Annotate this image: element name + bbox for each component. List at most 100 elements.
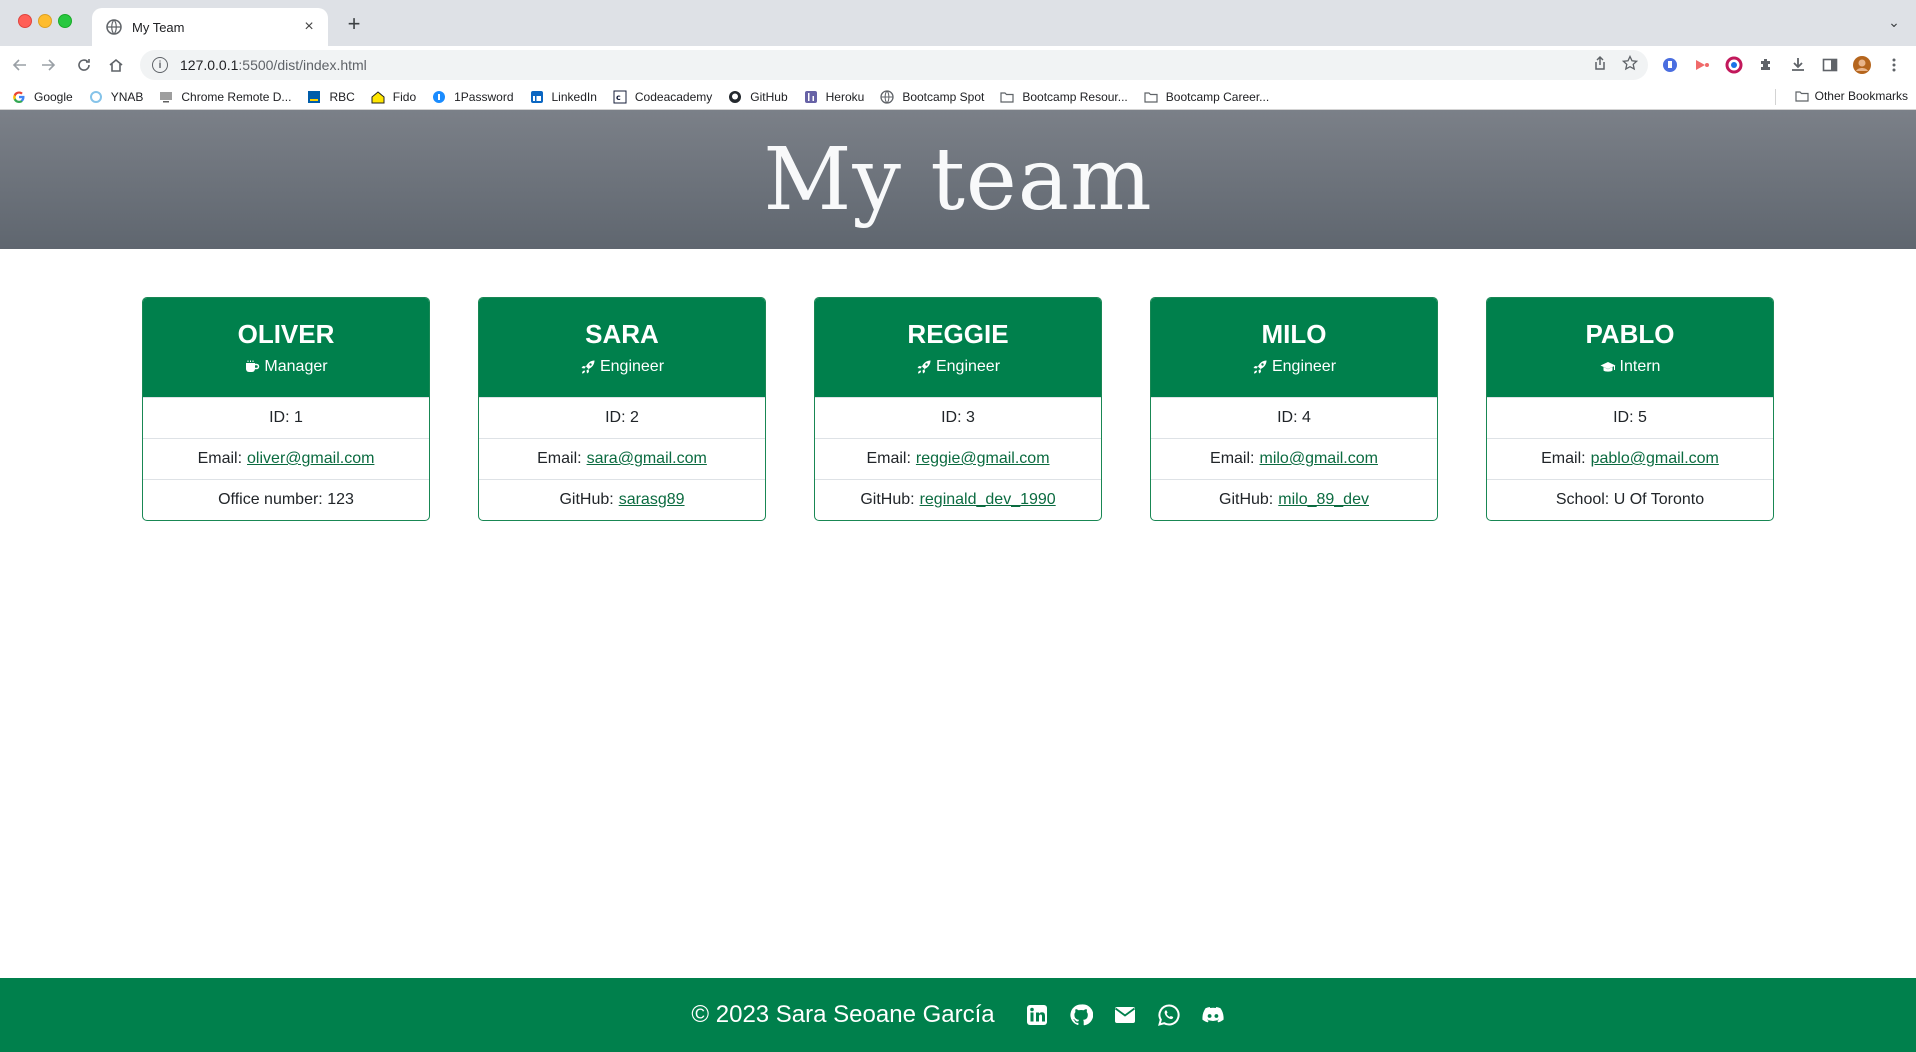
whatsapp-icon[interactable] (1157, 1003, 1181, 1027)
back-button[interactable] (6, 51, 34, 79)
extra-info: Office number: 123 (218, 491, 354, 508)
bookmark-item[interactable]: Bootcamp Spot (880, 90, 984, 104)
bookmark-item[interactable]: Google (12, 90, 73, 104)
employee-email: Email: sara@gmail.com (479, 438, 765, 479)
email-label: Email: (1210, 450, 1255, 467)
employee-card: MILO Engineer ID: 4 Email: milo@gmail.com Git… (1150, 297, 1438, 521)
codecademy-icon: c (613, 90, 627, 104)
forward-button[interactable] (34, 51, 62, 79)
site-info-icon[interactable]: i (152, 57, 168, 73)
1password-icon (432, 90, 446, 104)
bookmark-label: Bootcamp Resour... (1022, 89, 1128, 104)
team-cards: OLIVER Manager ID: 1 Email: oliver@gmail.com… (142, 297, 1774, 521)
bookmark-item[interactable]: LinkedIn (530, 90, 597, 104)
bookmark-item[interactable]: Bootcamp Resour... (1000, 89, 1128, 104)
maximize-window-button[interactable] (58, 14, 72, 28)
new-tab-button[interactable]: + (340, 10, 368, 38)
globe-icon (106, 19, 122, 35)
employee-card: PABLO Intern ID: 5 Email: pablo@gmail.com Sch… (1486, 297, 1774, 521)
employee-id: ID: 4 (1151, 397, 1437, 438)
bookmark-item[interactable]: RBC (307, 89, 355, 104)
card-header: PABLO Intern (1487, 298, 1773, 397)
github-link[interactable]: milo_89_dev (1278, 491, 1369, 509)
page-footer: © 2023 Sara Seoane García (0, 978, 1916, 1052)
minimize-window-button[interactable] (38, 14, 52, 28)
github-link[interactable]: reginald_dev_1990 (920, 491, 1056, 509)
role-label: Engineer (935, 358, 1001, 375)
tab-search-icon[interactable]: ⌄ (1884, 12, 1904, 32)
bookmark-item[interactable]: GitHub (728, 90, 788, 104)
role-label: Intern (1619, 358, 1661, 375)
home-icon (109, 58, 123, 72)
email-link[interactable]: reggie@gmail.com (916, 450, 1050, 468)
remote-desktop-icon (159, 90, 173, 104)
bookmark-item[interactable]: Chrome Remote D... (159, 90, 291, 104)
extra-info: School: U Of Toronto (1555, 491, 1705, 508)
email-link[interactable]: sara@gmail.com (587, 450, 707, 468)
employee-card: OLIVER Manager ID: 1 Email: oliver@gmail.com… (142, 297, 430, 521)
employee-role: Intern (1600, 358, 1661, 376)
email-link[interactable]: milo@gmail.com (1259, 450, 1377, 468)
close-window-button[interactable] (18, 14, 32, 28)
rocket-icon (580, 359, 596, 375)
bookmark-label: LinkedIn (551, 89, 597, 104)
role-label: Manager (264, 358, 328, 375)
github-link[interactable]: sarasg89 (619, 491, 685, 509)
fido-icon (371, 90, 385, 104)
employee-name: MILO (1261, 319, 1327, 349)
address-bar[interactable]: i 127.0.0.1:5500/dist/index.html (140, 50, 1648, 80)
bookmark-item[interactable]: Bootcamp Career... (1144, 90, 1269, 104)
graduation-cap-icon (1600, 359, 1616, 375)
social-links (1025, 1003, 1225, 1027)
home-button[interactable] (102, 51, 130, 79)
bookmark-item[interactable]: Heroku (804, 90, 864, 104)
email-link[interactable]: oliver@gmail.com (247, 450, 374, 468)
browser-tab[interactable]: My Team × (92, 8, 328, 46)
role-label: Engineer (599, 358, 665, 375)
bookmarks-bar: Google YNAB Chrome Remote D... RBC Fido 1Pass… (0, 84, 1916, 110)
bookmark-label: Bootcamp Career... (1165, 89, 1270, 104)
discord-icon[interactable] (1201, 1003, 1225, 1027)
email-link[interactable]: pablo@gmail.com (1591, 450, 1719, 468)
puzzle-icon[interactable] (1756, 55, 1776, 75)
envelope-icon[interactable] (1113, 1003, 1137, 1027)
globe-icon (880, 89, 894, 104)
github-icon[interactable] (1069, 1003, 1093, 1027)
tab-close-icon[interactable]: × (300, 18, 318, 36)
bookmark-item[interactable]: YNAB (89, 90, 143, 104)
screencast-icon[interactable] (1692, 55, 1712, 75)
share-icon[interactable] (1592, 55, 1608, 71)
employee-role: Engineer (580, 358, 664, 376)
rocket-icon (1252, 359, 1268, 375)
password-manager-icon[interactable] (1660, 55, 1680, 75)
mug-icon (244, 359, 260, 375)
employee-name: OLIVER (237, 319, 335, 349)
browser-toolbar: i 127.0.0.1:5500/dist/index.html (0, 46, 1916, 84)
linkedin-icon[interactable] (1025, 1003, 1049, 1027)
side-panel-icon[interactable] (1820, 55, 1840, 75)
employee-email: Email: milo@gmail.com (1151, 438, 1437, 479)
rocket-icon (916, 359, 932, 375)
id-label: ID: 1 (269, 409, 303, 426)
download-icon[interactable] (1788, 55, 1808, 75)
employee-extra: GitHub: milo_89_dev (1151, 479, 1437, 520)
bookmark-label: Fido (392, 89, 417, 104)
other-bookmarks[interactable]: Other Bookmarks (1795, 89, 1908, 103)
bookmark-item[interactable]: Fido (371, 90, 416, 104)
bookmark-label: RBC (329, 89, 355, 104)
bookmark-star-icon[interactable] (1622, 55, 1638, 71)
page-header: My team (0, 110, 1916, 249)
email-label: Email: (1541, 450, 1586, 467)
bookmark-item[interactable]: c Codeacademy (613, 90, 712, 104)
folder-icon (1795, 89, 1809, 103)
color-picker-icon[interactable] (1724, 55, 1744, 75)
id-label: ID: 5 (1613, 409, 1647, 426)
profile-avatar-icon[interactable] (1852, 55, 1872, 75)
role-label: Engineer (1271, 358, 1337, 375)
browser-menu-icon[interactable] (1884, 55, 1904, 75)
reload-button[interactable] (70, 51, 98, 79)
bookmark-item[interactable]: 1Password (432, 90, 514, 104)
folder-icon (1144, 90, 1158, 104)
google-icon (12, 90, 26, 104)
card-header: OLIVER Manager (143, 298, 429, 397)
